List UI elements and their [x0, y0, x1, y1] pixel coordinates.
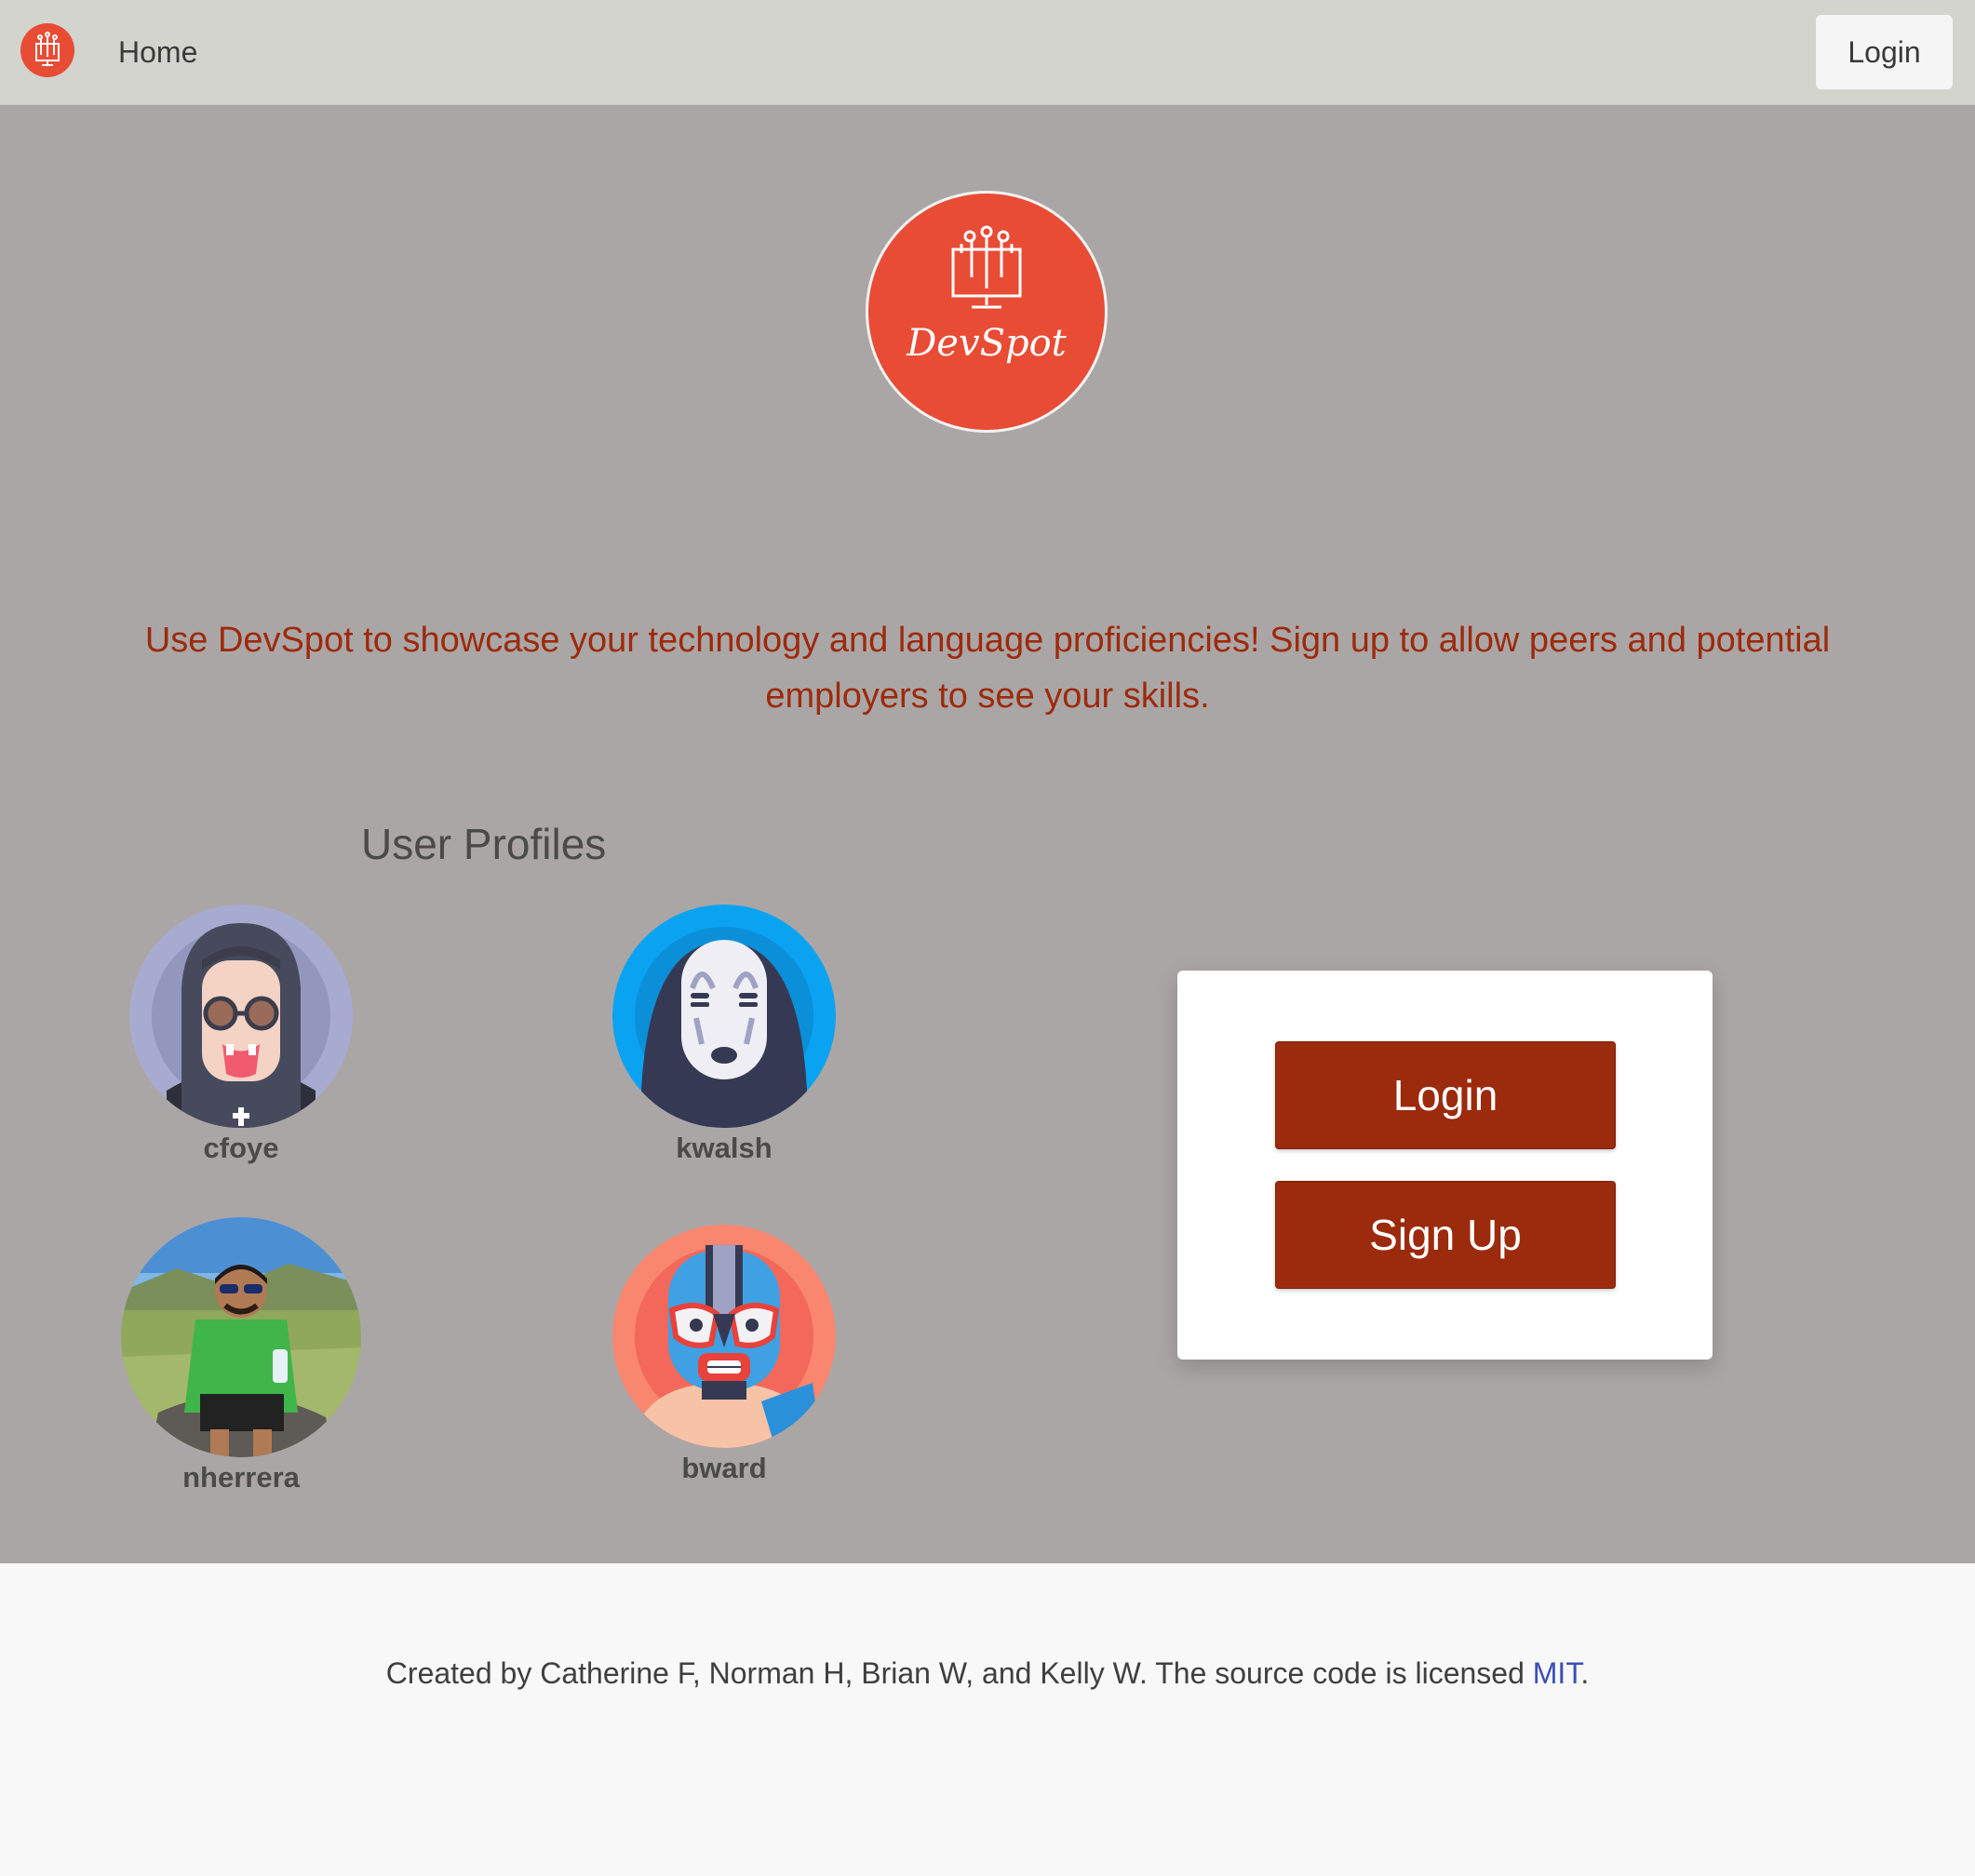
ozzy-character-avatar[interactable]: [129, 904, 353, 1128]
monitor-circuit-icon: [951, 225, 1022, 309]
auth-card: Login Sign Up: [1177, 971, 1713, 1360]
devspot-brand-logo: DevSpot: [868, 194, 1105, 430]
luchador-mask-avatar[interactable]: [612, 1225, 836, 1448]
no-face-character-avatar[interactable]: [612, 904, 836, 1128]
footer-credits-text: Created by Catherine F, Norman H, Brian …: [385, 1656, 1533, 1690]
profile-username[interactable]: kwalsh: [603, 1132, 845, 1165]
mit-license-link[interactable]: MIT: [1533, 1656, 1581, 1690]
profile-username[interactable]: bward: [603, 1452, 845, 1485]
profile-card-nherrera[interactable]: nherrera: [120, 1217, 362, 1494]
hero-section: DevSpot Use DevSpot to showcase your tec…: [0, 105, 1975, 1563]
profile-username[interactable]: nherrera: [120, 1461, 362, 1494]
footer-suffix: .: [1580, 1656, 1590, 1690]
profile-card-kwalsh[interactable]: kwalsh: [603, 904, 845, 1165]
footer-credits: Created by Catherine F, Norman H, Brian …: [0, 1656, 1975, 1691]
nav-home-link[interactable]: Home: [118, 34, 197, 71]
top-navbar: Home Login: [0, 0, 1975, 105]
signup-button[interactable]: Sign Up: [1275, 1181, 1616, 1289]
profile-card-bward[interactable]: bward: [603, 1225, 845, 1485]
devspot-logo-icon[interactable]: [20, 23, 74, 77]
page-footer: Created by Catherine F, Norman H, Brian …: [0, 1563, 1975, 1876]
profile-card-cfoye[interactable]: cfoye: [120, 904, 362, 1165]
photo-avatar-hiker[interactable]: [121, 1217, 361, 1457]
tagline-text: Use DevSpot to showcase your technology …: [144, 621, 1831, 716]
brand-name: DevSpot: [907, 322, 1067, 365]
profile-username[interactable]: cfoye: [120, 1132, 362, 1165]
user-profiles-heading: User Profiles: [361, 820, 607, 868]
nav-login-button[interactable]: Login: [1816, 15, 1953, 89]
login-button[interactable]: Login: [1275, 1041, 1616, 1149]
